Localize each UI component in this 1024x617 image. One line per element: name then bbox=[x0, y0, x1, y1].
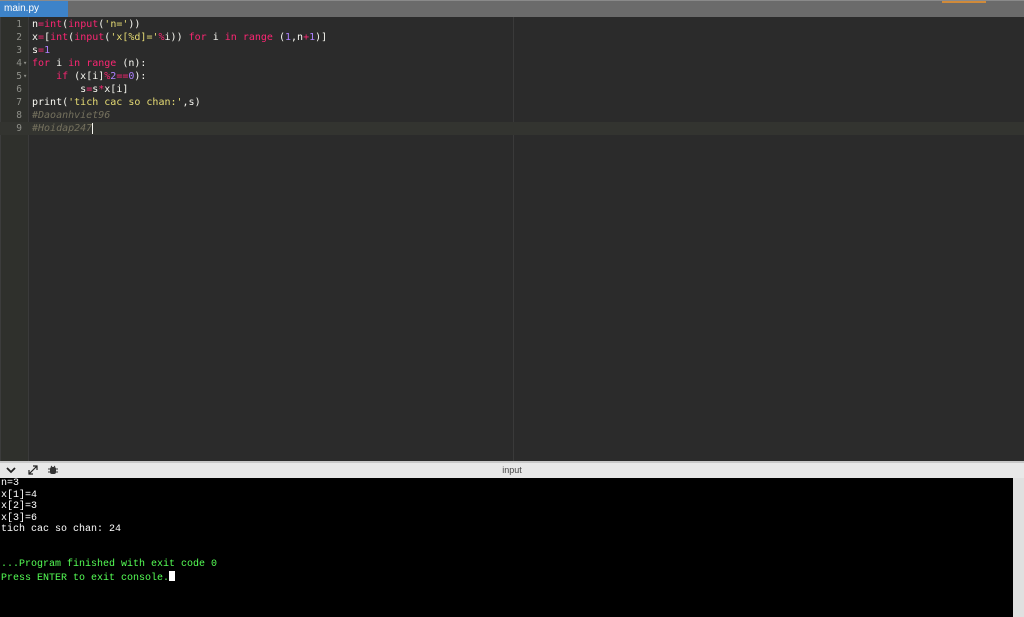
console-line: x[2]=3 bbox=[1, 501, 38, 513]
code-text: s=1 bbox=[32, 44, 50, 57]
text-cursor bbox=[92, 122, 94, 134]
chevron-down-icon[interactable] bbox=[4, 464, 18, 478]
code-line[interactable]: 7 print('tich cac so chan:',s) bbox=[0, 96, 1024, 109]
terminal-cursor bbox=[169, 570, 176, 581]
code-token: int bbox=[50, 32, 69, 43]
code-token: )] bbox=[315, 32, 328, 43]
code-token: 'n=' bbox=[104, 19, 129, 30]
code-token: 1 bbox=[44, 45, 51, 56]
code-token: in bbox=[224, 32, 237, 43]
code-token: range bbox=[242, 32, 273, 43]
line-number: 9 bbox=[16, 123, 22, 134]
code-token: ): bbox=[134, 71, 147, 82]
line-number: 4 bbox=[16, 58, 22, 69]
console-prompt: Press ENTER to exit console. bbox=[1, 572, 170, 584]
code-editor[interactable]: 1 n=int(input('n=')) 2 x=[int(input('x[%… bbox=[0, 17, 1024, 461]
code-token: s bbox=[32, 84, 87, 95]
code-line[interactable]: 8 #Daoanhviet96 bbox=[0, 109, 1024, 122]
code-token: if bbox=[56, 71, 69, 82]
code-line[interactable]: 1 n=int(input('n=')) bbox=[0, 18, 1024, 31]
tab-main-py[interactable]: main.py bbox=[0, 1, 68, 18]
code-token: in bbox=[68, 58, 81, 69]
line-number: 2 bbox=[16, 32, 22, 43]
console-toolbar: input bbox=[0, 461, 1024, 478]
code-token: i bbox=[206, 32, 225, 43]
code-token: )) bbox=[128, 19, 141, 30]
line-number: 6 bbox=[16, 84, 22, 95]
editor-tab-bar: main.py bbox=[0, 0, 1024, 18]
debug-icon[interactable] bbox=[46, 464, 60, 478]
code-token: 'tich cac so chan:' bbox=[68, 97, 183, 108]
console-line: tich cac so chan: 24 bbox=[1, 524, 122, 536]
line-number: 8 bbox=[16, 110, 22, 121]
line-number: 1 bbox=[16, 19, 22, 30]
code-token: ( bbox=[272, 32, 285, 43]
code-line[interactable]: 5 ▾ if (x[i]%2==0): bbox=[0, 70, 1024, 83]
code-token: == bbox=[116, 71, 129, 82]
code-token: i)) bbox=[164, 32, 189, 43]
code-text: for i in range (n): bbox=[32, 57, 146, 70]
code-text: #Daoanhviet96 bbox=[32, 109, 110, 122]
console-line: x[3]=6 bbox=[1, 512, 38, 524]
code-comment: #Daoanhviet96 bbox=[32, 110, 111, 121]
code-token: (x[i] bbox=[68, 71, 105, 82]
console-exit-message: ...Program finished with exit code 0 bbox=[1, 559, 218, 571]
console-scrollbar[interactable] bbox=[1013, 478, 1024, 617]
console-output[interactable]: n=3 x[1]=4 x[2]=3 x[3]=6 tich cac so cha… bbox=[0, 478, 1013, 617]
code-token: (n): bbox=[116, 58, 147, 69]
tabbar-accent bbox=[942, 1, 986, 3]
code-token: range bbox=[86, 58, 117, 69]
console-line: n=3 bbox=[1, 478, 20, 489]
code-token: ,s) bbox=[182, 97, 201, 108]
code-token: i bbox=[50, 58, 69, 69]
code-token: ,n bbox=[291, 32, 304, 43]
console-prompt-line: Press ENTER to exit console. bbox=[1, 570, 176, 585]
line-number: 3 bbox=[16, 45, 22, 56]
code-text: x=[int(input('x[%d]='%i)) for i in range… bbox=[32, 31, 327, 44]
code-comment: #Hoidap247 bbox=[32, 123, 93, 134]
code-token: 'x[%d]=' bbox=[110, 32, 159, 43]
code-text: #Hoidap247 bbox=[32, 122, 94, 135]
code-text: n=int(input('n=')) bbox=[32, 18, 140, 31]
code-line-active[interactable]: 9 #Hoidap247 bbox=[0, 122, 1024, 135]
code-line[interactable]: 2 x=[int(input('x[%d]='%i)) for i in ran… bbox=[0, 31, 1024, 44]
code-text: s=s*x[i] bbox=[32, 83, 128, 96]
fold-marker[interactable]: ▾ bbox=[23, 57, 27, 70]
console-title: input bbox=[502, 465, 522, 475]
code-text: print('tich cac so chan:',s) bbox=[32, 96, 201, 109]
code-token: input bbox=[74, 32, 105, 43]
fold-marker[interactable]: ▾ bbox=[23, 70, 27, 83]
expand-icon[interactable] bbox=[26, 464, 40, 478]
code-token: input bbox=[68, 19, 99, 30]
code-token: for bbox=[32, 58, 51, 69]
code-token: int bbox=[44, 19, 63, 30]
line-number: 7 bbox=[16, 97, 22, 108]
code-text: if (x[i]%2==0): bbox=[32, 70, 146, 83]
code-token: x[i] bbox=[104, 84, 129, 95]
code-token: print bbox=[32, 97, 63, 108]
code-line[interactable]: 3 s=1 bbox=[0, 44, 1024, 57]
code-line[interactable]: 6 s=s*x[i] bbox=[0, 83, 1024, 96]
console-line: x[1]=4 bbox=[1, 489, 38, 501]
code-token: for bbox=[188, 32, 207, 43]
line-number: 5 bbox=[16, 71, 22, 82]
code-line[interactable]: 4 ▾ for i in range (n): bbox=[0, 57, 1024, 70]
